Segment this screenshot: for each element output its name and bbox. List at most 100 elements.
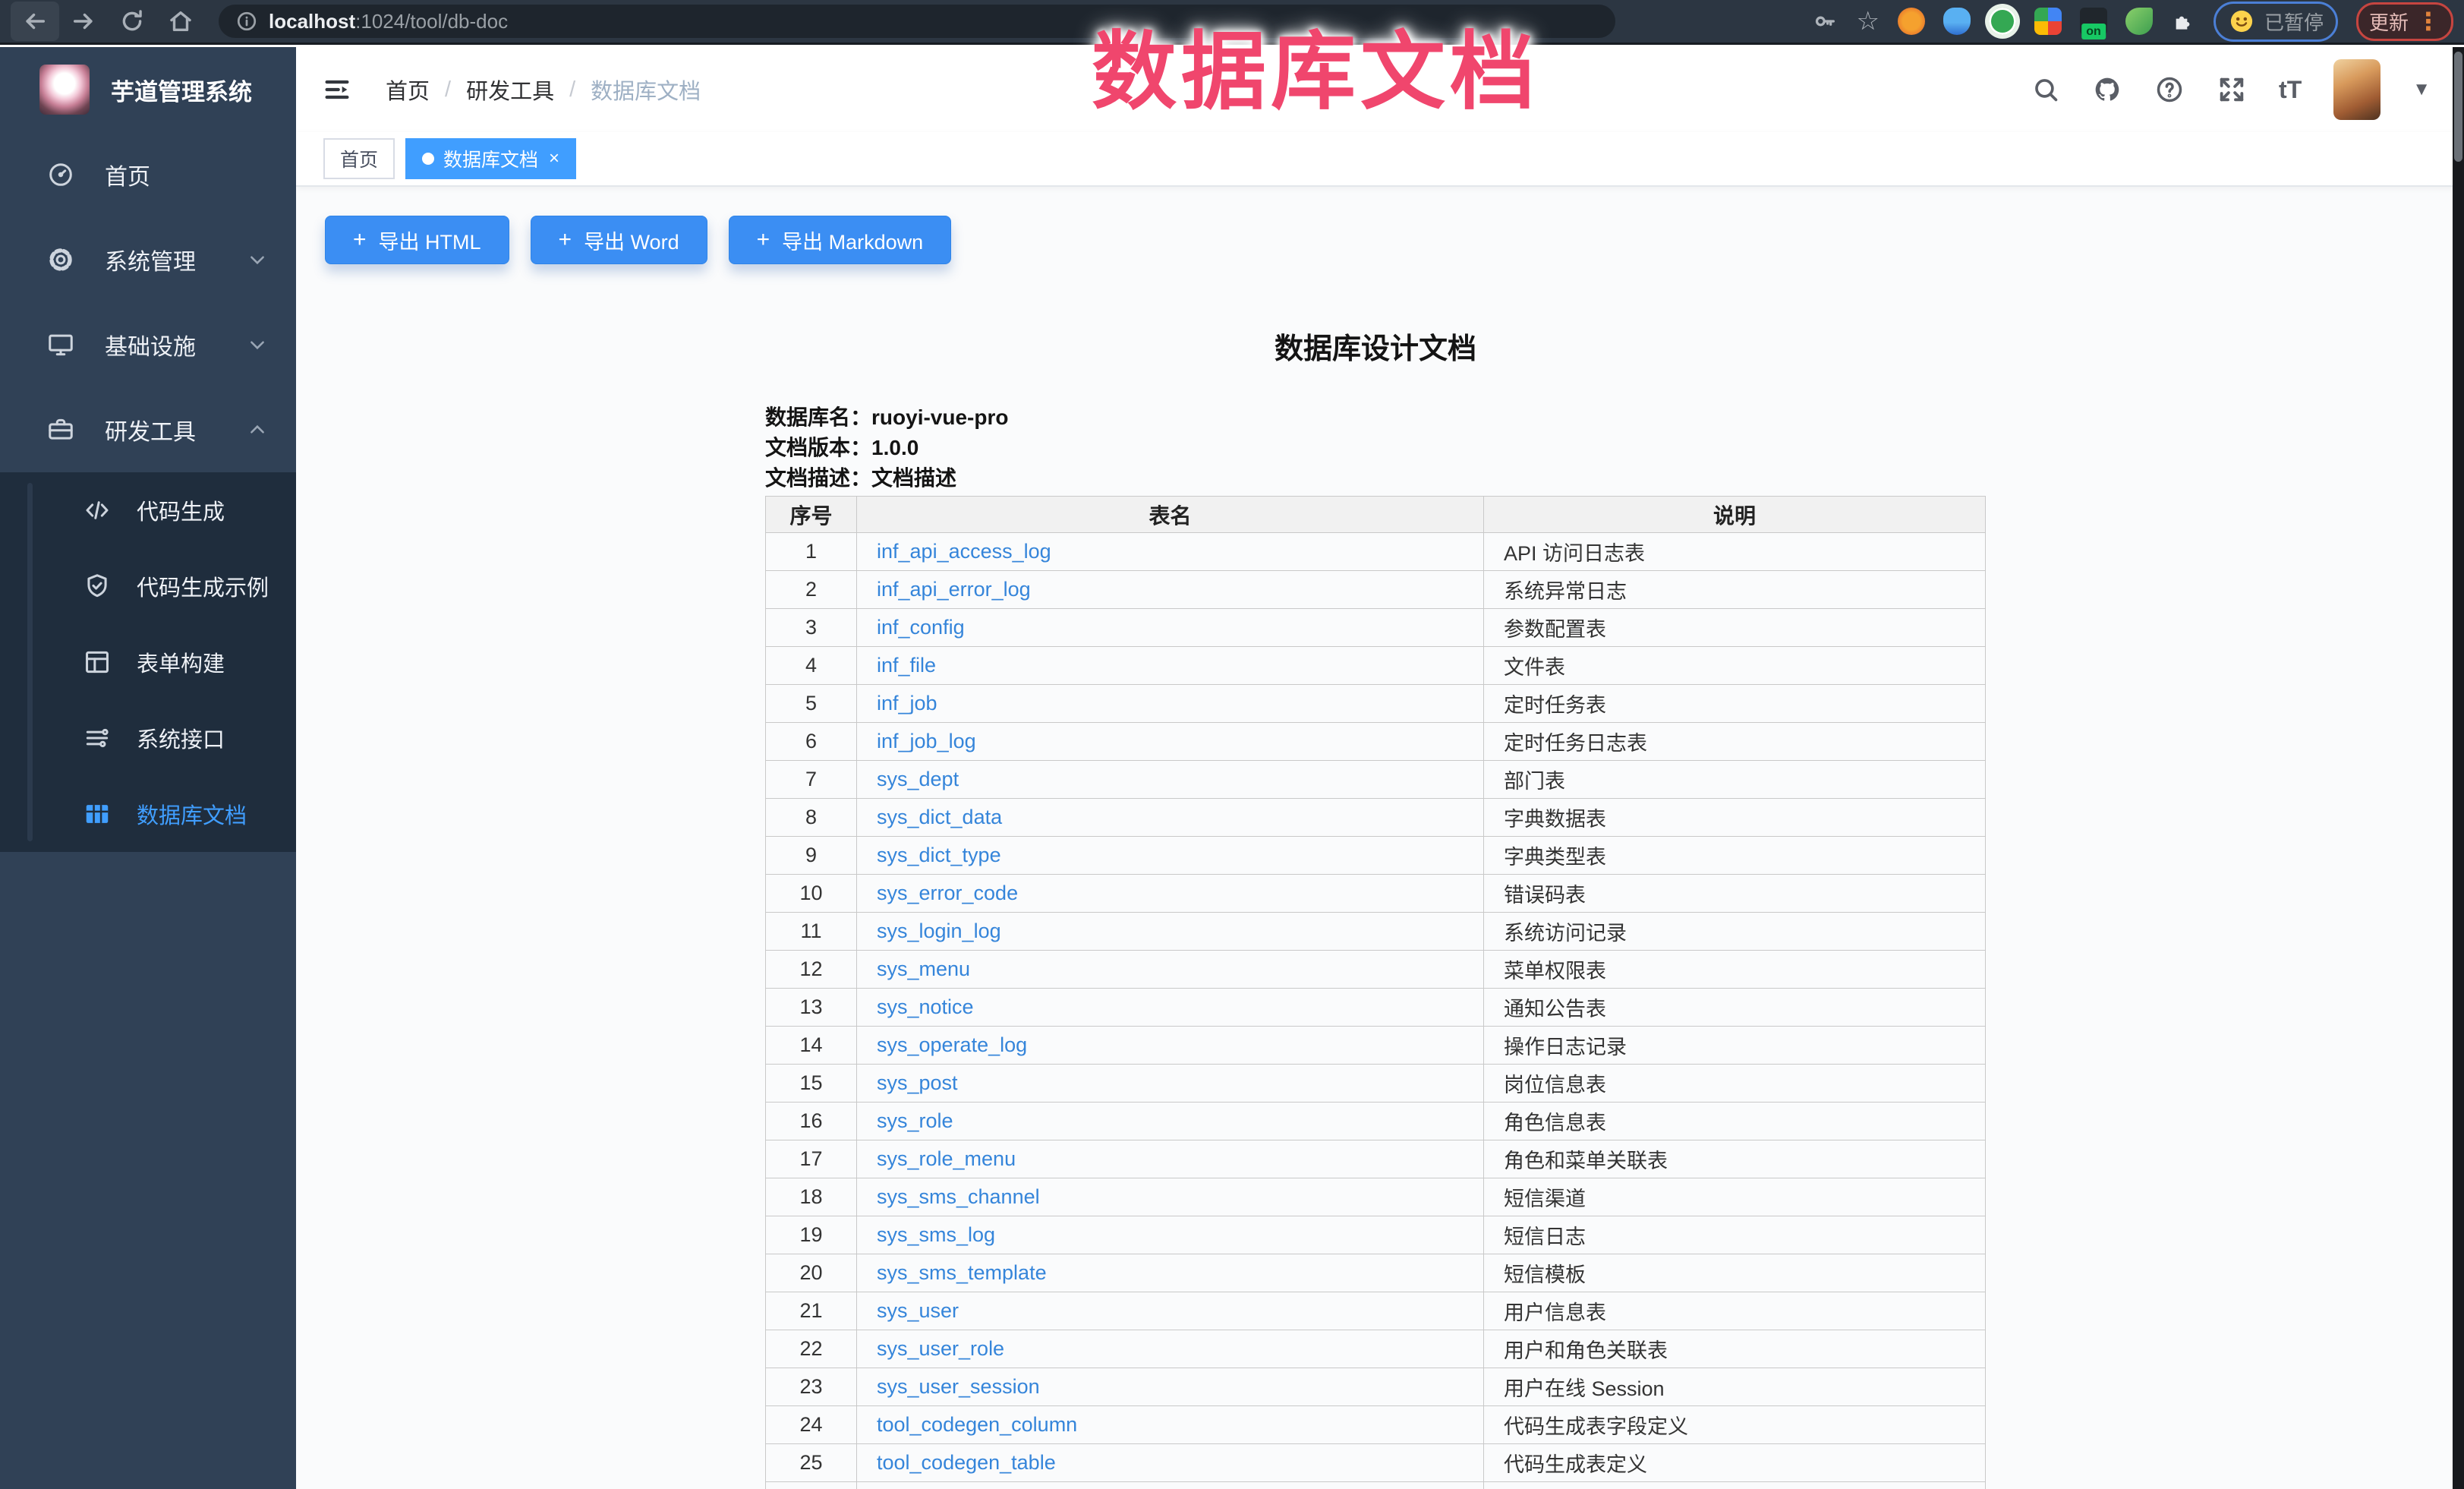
table-row: 5inf_job定时任务表 (766, 685, 1986, 723)
browser-back-button[interactable] (11, 2, 59, 41)
table-name-link[interactable]: tool_codegen_column (877, 1413, 1077, 1436)
tag-item[interactable]: 首页 (323, 138, 395, 179)
table-name-link[interactable]: sys_dict_data (877, 806, 1002, 828)
row-index: 12 (766, 951, 857, 989)
table-name-cell: sys_notice (857, 989, 1484, 1027)
info-value: 文档描述 (871, 466, 956, 490)
extension-icon[interactable] (1943, 8, 1971, 35)
table-name-link[interactable]: inf_api_error_log (877, 578, 1031, 601)
browser-extensions-area: ☆ on 已暂停 更新 ⋮ (1812, 2, 2453, 42)
table-name-cell: sys_sms_channel (857, 1178, 1484, 1216)
browser-home-button[interactable] (156, 2, 205, 41)
puzzle-extensions-icon[interactable] (2171, 9, 2195, 33)
export-word-button[interactable]: + 导出 Word (531, 216, 707, 264)
table-name-link[interactable]: sys_post (877, 1071, 958, 1094)
sidebar-item-form[interactable]: 表单构建 (0, 624, 296, 700)
document-title: 数据库设计文档 (765, 325, 1986, 367)
chevron-down-icon[interactable]: ▼ (2412, 79, 2431, 100)
fullscreen-icon[interactable] (2217, 74, 2247, 105)
sidebar-item-shield-check[interactable]: 代码生成示例 (0, 548, 296, 624)
table-name-link[interactable]: sys_role (877, 1109, 953, 1132)
github-icon[interactable] (2092, 74, 2122, 105)
table-name-cell: sys_post (857, 1065, 1484, 1103)
extension-icon[interactable]: on (2080, 8, 2107, 35)
sidebar-item-dashboard[interactable]: 首页 (0, 132, 296, 217)
extension-icon[interactable] (2034, 8, 2062, 35)
sidebar-item-label: 研发工具 (105, 413, 220, 446)
table-name-link[interactable]: inf_job_log (877, 730, 976, 752)
extension-icon[interactable] (2125, 8, 2153, 35)
sidebar-item-code[interactable]: 代码生成 (0, 472, 296, 548)
table-name-link[interactable]: sys_login_log (877, 920, 1001, 942)
table-name-link[interactable]: tool_codegen_table (877, 1451, 1056, 1474)
font-size-icon[interactable]: tT (2279, 76, 2302, 104)
address-bar[interactable]: localhost:1024/tool/db-doc (219, 5, 1615, 38)
breadcrumb-item[interactable]: 研发工具 (466, 74, 554, 106)
breadcrumb-item[interactable]: 首页 (386, 74, 430, 106)
row-index: 26 (766, 1482, 857, 1489)
table-name-link[interactable]: sys_menu (877, 957, 970, 980)
table-name-cell: sys_sms_template (857, 1254, 1484, 1292)
user-avatar[interactable] (2333, 59, 2381, 120)
export-html-label: 导出 HTML (379, 226, 481, 255)
row-index: 13 (766, 989, 857, 1027)
sidebar-item-toolbox[interactable]: 研发工具 (0, 387, 296, 472)
table-row: 2inf_api_error_log系统异常日志 (766, 571, 1986, 609)
table-row: 13sys_notice通知公告表 (766, 989, 1986, 1027)
sidebar-collapse-button[interactable] (322, 74, 352, 105)
table-name-link[interactable]: inf_job (877, 692, 937, 715)
table-name-link[interactable]: sys_user (877, 1299, 959, 1322)
table-name-link[interactable]: sys_dict_type (877, 844, 1001, 866)
table-name-link[interactable]: sys_operate_log (877, 1033, 1027, 1056)
site-info-icon[interactable] (235, 10, 258, 33)
bookmark-star-icon[interactable]: ☆ (1856, 8, 1879, 34)
table-name-link[interactable]: sys_error_code (877, 882, 1018, 904)
browser-forward-button[interactable] (59, 2, 108, 41)
column-header: 说明 (1484, 497, 1986, 533)
column-header: 表名 (857, 497, 1484, 533)
table-name-link[interactable]: inf_api_access_log (877, 540, 1051, 563)
table-description-cell: 文件表 (1484, 647, 1986, 685)
row-index: 19 (766, 1216, 857, 1254)
search-icon[interactable] (2031, 75, 2060, 104)
table-name-link[interactable]: sys_sms_log (877, 1223, 995, 1246)
page-scrollbar-thumb[interactable] (2454, 52, 2462, 162)
extension-icon[interactable] (1898, 8, 1925, 35)
form-icon (80, 648, 114, 677)
table-name-link[interactable]: sys_role_menu (877, 1147, 1016, 1170)
table-name-link[interactable]: sys_user_role (877, 1337, 1004, 1360)
tag-close-icon[interactable]: × (549, 148, 559, 169)
table-name-link[interactable]: sys_sms_channel (877, 1185, 1040, 1208)
sidebar-menu: 首页系统管理基础设施研发工具代码生成代码生成示例表单构建系统接口数据库文档 (0, 132, 296, 852)
table-row: 17sys_role_menu角色和菜单关联表 (766, 1140, 1986, 1178)
export-markdown-button[interactable]: + 导出 Markdown (729, 216, 952, 264)
table-name-link[interactable]: inf_config (877, 616, 965, 639)
browser-reload-button[interactable] (108, 2, 156, 41)
row-index: 5 (766, 685, 857, 723)
table-name-link[interactable]: sys_dept (877, 768, 959, 790)
sidebar-item-api[interactable]: 系统接口 (0, 700, 296, 776)
sidebar-item-monitor[interactable]: 基础设施 (0, 302, 296, 387)
browser-menu-dots-icon[interactable]: ⋮ (2416, 9, 2440, 33)
browser-update-button[interactable]: 更新 ⋮ (2356, 2, 2453, 41)
table-name-link[interactable]: sys_sms_template (877, 1261, 1047, 1284)
row-index: 10 (766, 875, 857, 913)
tag-item[interactable]: 数据库文档× (405, 138, 576, 179)
row-index: 9 (766, 837, 857, 875)
sidebar-item-db-table[interactable]: 数据库文档 (0, 776, 296, 852)
table-description-cell: 系统异常日志 (1484, 571, 1986, 609)
help-icon[interactable] (2154, 74, 2185, 105)
table-name-link[interactable]: sys_notice (877, 995, 974, 1018)
password-key-icon[interactable] (1812, 8, 1838, 34)
info-value: ruoyi-vue-pro (871, 405, 1008, 429)
export-html-button[interactable]: + 导出 HTML (325, 216, 509, 264)
sidebar-item-label: 代码生成 (137, 494, 267, 526)
table-name-link[interactable]: inf_file (877, 654, 936, 677)
extension-icon[interactable] (1989, 8, 2016, 35)
table-name-link[interactable]: sys_user_session (877, 1375, 1040, 1398)
sidebar-item-gear[interactable]: 系统管理 (0, 217, 296, 302)
reload-icon (119, 8, 145, 34)
plus-icon: + (757, 229, 770, 251)
paused-extension-chip[interactable]: 已暂停 (2214, 2, 2338, 42)
info-label: 文档版本： (765, 436, 871, 459)
